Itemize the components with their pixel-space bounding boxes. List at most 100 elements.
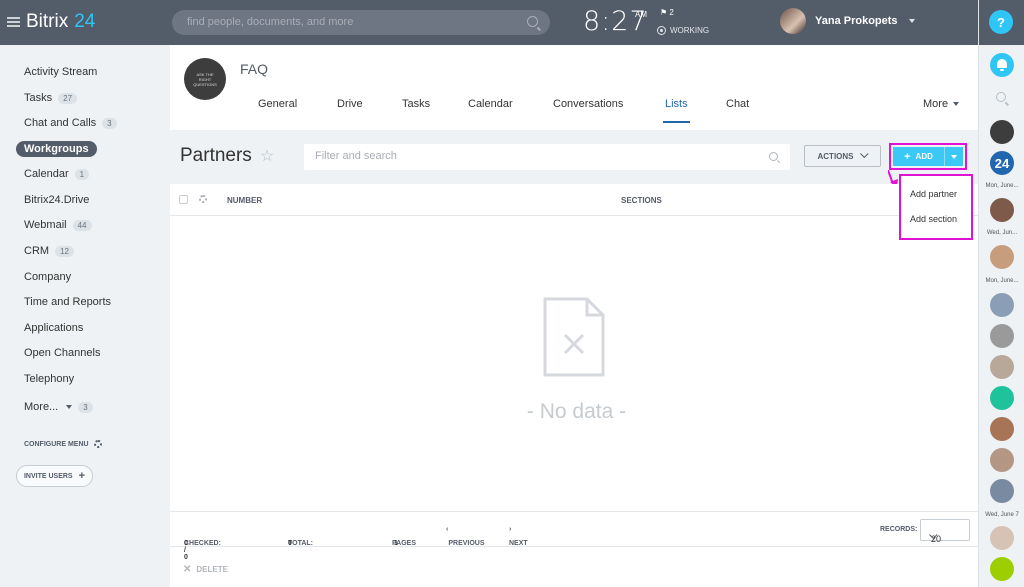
filter-placeholder: Filter and search <box>315 150 397 162</box>
tab-chat[interactable]: Chat <box>726 98 749 110</box>
tab-more-label: More <box>923 98 949 110</box>
sidebar-item-label: Calendar <box>24 168 69 180</box>
sidebar-item-calendar[interactable]: Calendar 1 <box>24 168 90 180</box>
sidebar-item-label: Applications <box>24 322 84 334</box>
search-icon[interactable] <box>996 92 1006 102</box>
sidebar-item-activity-stream[interactable]: Activity Stream <box>24 66 97 78</box>
column-header-number[interactable]: NUMBER <box>227 196 262 205</box>
bitrix24-chat-icon[interactable]: 24 <box>990 151 1014 175</box>
flag-counter[interactable]: ⚑ 2 <box>660 8 674 17</box>
work-status[interactable]: WORKING <box>657 26 709 35</box>
close-icon: ✕ <box>183 564 192 575</box>
avatar[interactable] <box>990 526 1014 550</box>
sidebar-item-chat-and-calls[interactable]: Chat and Calls 3 <box>24 117 117 129</box>
gear-icon <box>93 440 102 448</box>
filter-search-input[interactable]: Filter and search <box>304 144 790 170</box>
counter-badge: 3 <box>102 117 117 129</box>
sidebar-item-crm[interactable]: CRM 12 <box>24 245 74 257</box>
avatar[interactable] <box>990 417 1014 441</box>
sidebar-item-company[interactable]: Company <box>24 271 71 283</box>
counter-badge: 44 <box>72 219 92 231</box>
page-title: Partners ☆ <box>180 145 274 167</box>
notifications-icon[interactable] <box>990 53 1014 77</box>
user-menu[interactable]: Yana Prokopets <box>780 8 915 34</box>
group-avatar[interactable]: ASK THE RIGHT QUESTIONS <box>184 58 226 100</box>
sidebar-item-applications[interactable]: Applications <box>24 322 83 334</box>
menu-item-add-partner[interactable]: Add partner <box>910 189 957 199</box>
avatar[interactable] <box>990 355 1014 379</box>
tab-more[interactable]: More <box>923 98 960 110</box>
add-label: ADD <box>915 152 933 161</box>
logo-accent: 24 <box>74 11 96 32</box>
add-button[interactable]: + ADD <box>893 147 963 166</box>
global-search-input[interactable]: find people, documents, and more <box>172 10 550 35</box>
delete-label: DELETE <box>196 565 228 574</box>
date-label: Mon, June... <box>985 278 1019 284</box>
gear-icon[interactable] <box>199 195 207 203</box>
search-placeholder: find people, documents, and more <box>187 16 354 28</box>
star-icon[interactable]: ☆ <box>260 146 274 166</box>
invite-users-button[interactable]: INVITE USERS + <box>16 465 93 487</box>
tab-general[interactable]: General <box>258 98 297 110</box>
megaphone-icon[interactable] <box>990 386 1014 410</box>
previous-page-link[interactable]: ‹ PREVIOUS <box>446 526 485 547</box>
avatar[interactable] <box>990 245 1014 269</box>
sidebar-item-drive[interactable]: Bitrix24.Drive <box>24 194 89 206</box>
main-content: ASK THE RIGHT QUESTIONS FAQ General Driv… <box>170 45 978 587</box>
records-per-page-select[interactable]: 20 <box>920 519 970 544</box>
sidebar-item-workgroups[interactable]: Workgroups <box>16 141 97 157</box>
group-header: ASK THE RIGHT QUESTIONS FAQ General Driv… <box>170 45 978 130</box>
logo-text: Bitrix <box>26 11 69 32</box>
sidebar-item-open-channels[interactable]: Open Channels <box>24 347 100 359</box>
configure-menu-label: CONFIGURE MENU <box>24 440 89 448</box>
chevron-down-icon <box>951 154 957 159</box>
tab-conversations[interactable]: Conversations <box>553 98 623 110</box>
sidebar-item-telephony[interactable]: Telephony <box>24 373 74 385</box>
page-title-text: Partners <box>180 145 252 166</box>
sidebar-item-more[interactable]: More... 3 <box>24 401 93 413</box>
avatar[interactable] <box>990 324 1014 348</box>
pages-value: 1 <box>393 540 398 547</box>
avatar[interactable] <box>990 479 1014 503</box>
sidebar-item-time-and-reports[interactable]: Time and Reports <box>24 296 111 308</box>
top-bar: Bitrix 24 find people, documents, and mo… <box>0 0 978 45</box>
actions-button[interactable]: ACTIONS <box>804 145 881 167</box>
previous-label: PREVIOUS <box>448 540 485 547</box>
checked-value: 0 / 0 <box>184 540 188 561</box>
select-all-checkbox[interactable] <box>179 195 188 204</box>
avatar[interactable] <box>990 198 1014 222</box>
add-button-main[interactable]: + ADD <box>893 147 945 166</box>
avatar <box>780 8 806 34</box>
add-button-highlight: + ADD <box>889 143 967 170</box>
help-button[interactable]: ? <box>989 10 1013 34</box>
list-grid: NUMBER SECTIONS - No data - CHECKED: 0 /… <box>170 184 978 587</box>
tab-tasks[interactable]: Tasks <box>402 98 430 110</box>
next-page-link[interactable]: NEXT › <box>509 526 528 547</box>
column-header-sections[interactable]: SECTIONS <box>621 196 662 205</box>
sidebar-item-label: Open Channels <box>24 347 101 359</box>
avatar[interactable] <box>990 448 1014 472</box>
add-dropdown-toggle[interactable] <box>945 154 963 159</box>
sidebar-item-label: CRM <box>24 245 50 257</box>
group-title[interactable]: FAQ <box>240 61 268 77</box>
configure-menu-button[interactable]: CONFIGURE MENU <box>24 440 102 448</box>
sidebar-item-webmail[interactable]: Webmail 44 <box>24 219 92 231</box>
tab-lists[interactable]: Lists <box>663 98 690 123</box>
counter-badge: 12 <box>55 245 74 257</box>
menu-item-add-section[interactable]: Add section <box>910 214 957 224</box>
next-label: NEXT <box>509 540 528 547</box>
tab-calendar[interactable]: Calendar <box>468 98 513 110</box>
grid-footer: CHECKED: 0 / 0 TOTAL: 0 PAGES 1 ‹ PREVIO… <box>170 511 978 561</box>
phone-icon[interactable] <box>990 557 1014 581</box>
sidebar-item-label: More... <box>24 401 59 413</box>
actions-label: ACTIONS <box>817 151 854 161</box>
delete-button[interactable]: ✕ DELETE <box>183 564 228 575</box>
logo[interactable]: Bitrix 24 <box>7 11 95 33</box>
avatar[interactable] <box>990 293 1014 317</box>
sidebar-item-tasks[interactable]: Tasks 27 <box>24 92 78 104</box>
status-text: WORKING <box>670 26 710 35</box>
avatar[interactable] <box>990 120 1014 144</box>
sidebar-item-label: Company <box>24 271 72 283</box>
tab-drive[interactable]: Drive <box>337 98 363 110</box>
menu-icon[interactable] <box>7 17 20 27</box>
